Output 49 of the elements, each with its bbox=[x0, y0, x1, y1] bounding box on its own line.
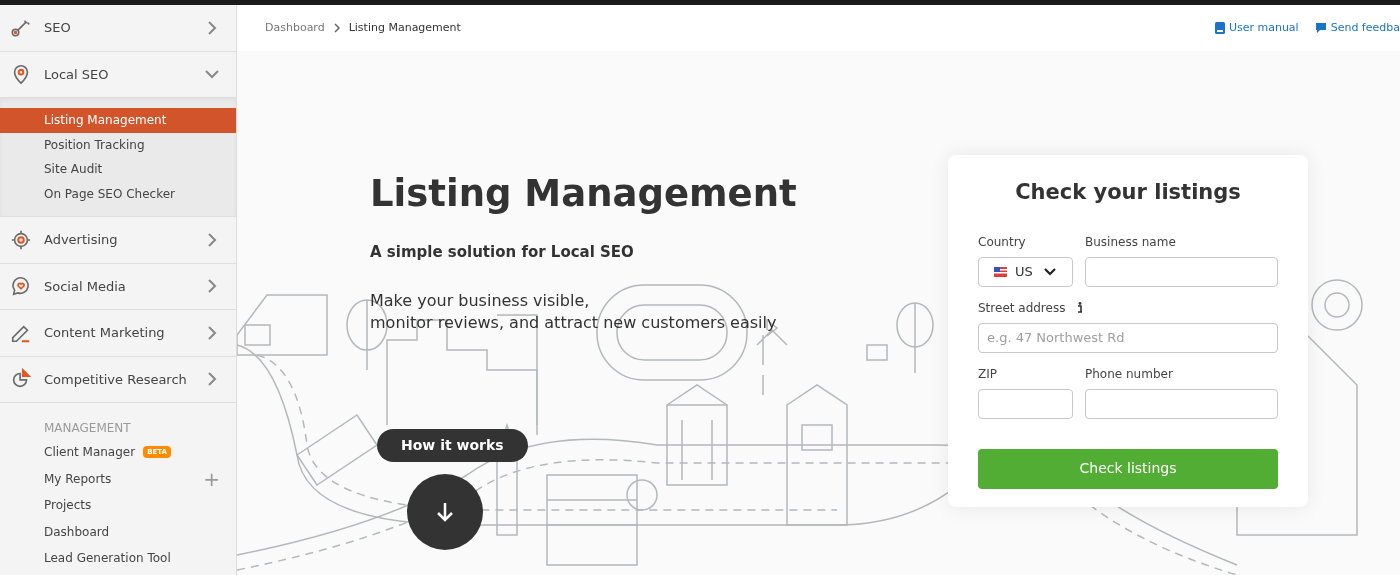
field-label: Phone number bbox=[1085, 365, 1174, 383]
sidebar-item-label: Local SEO bbox=[44, 65, 110, 84]
field-label: ZIP bbox=[978, 365, 998, 383]
how-it-works-tooltip: How it works bbox=[377, 428, 528, 462]
field-label: Street address bbox=[978, 299, 1066, 317]
sidebar-item-label: SEO bbox=[44, 19, 72, 37]
target-icon bbox=[10, 228, 32, 251]
info-icon bbox=[1077, 302, 1084, 313]
breadcrumb-current: Listing Management bbox=[348, 19, 461, 36]
sidebar-item-label: Competitive Research bbox=[44, 370, 188, 389]
header-link[interactable]: Send feedba bbox=[1314, 19, 1400, 37]
sidebar-item[interactable]: Competitive Research bbox=[0, 356, 236, 403]
menu-link[interactable]: Lead Generation Tool bbox=[44, 549, 171, 568]
speech-bubble-icon bbox=[1314, 22, 1327, 34]
description: Make your business visible, monitor reviews, and attract new customers easily bbox=[370, 289, 778, 334]
arrow-down-icon bbox=[436, 501, 454, 522]
country-select[interactable]: US bbox=[978, 256, 1073, 287]
submenu-item[interactable]: Site Audit bbox=[0, 157, 236, 182]
page-title: Listing Management bbox=[370, 171, 798, 217]
submenu-item[interactable]: Listing Management bbox=[0, 108, 236, 133]
field-label: Country bbox=[978, 233, 1027, 251]
book-icon bbox=[1214, 22, 1225, 34]
us-flag-icon bbox=[994, 266, 1007, 277]
chevron-down-icon bbox=[1043, 266, 1057, 277]
field-label: Business name bbox=[1085, 233, 1177, 251]
section-heading: MANAGEMENT bbox=[44, 420, 132, 437]
sidebar-item[interactable]: Advertising bbox=[0, 217, 236, 264]
sidebar-item-label: Social Media bbox=[44, 277, 127, 296]
menu-link[interactable]: Client Manager bbox=[44, 443, 136, 462]
sidebar-item[interactable]: Social Media bbox=[0, 263, 236, 310]
sidebar-item[interactable]: Content Marketing bbox=[0, 310, 236, 357]
sidebar-item-label: Advertising bbox=[44, 231, 119, 249]
business-name-field[interactable] bbox=[1085, 256, 1278, 287]
chat-heart-icon bbox=[10, 275, 32, 298]
menu-link[interactable]: My Reports bbox=[44, 469, 112, 488]
phone-number-field[interactable] bbox=[1085, 388, 1278, 419]
menu-link[interactable]: Dashboard bbox=[44, 522, 110, 541]
subtitle: A simple solution for Local SEO bbox=[370, 242, 635, 263]
chevron-right-icon bbox=[332, 23, 341, 33]
street-address-field[interactable]: e.g. 47 Northwest Rd bbox=[978, 322, 1278, 353]
breadcrumb-link[interactable]: Dashboard bbox=[265, 19, 325, 37]
menu-link[interactable]: Projects bbox=[44, 496, 92, 515]
submenu-item[interactable]: Position Tracking bbox=[0, 132, 236, 157]
header-link[interactable]: User manual bbox=[1214, 19, 1299, 37]
zip-field[interactable] bbox=[978, 388, 1073, 419]
submenu-item[interactable]: On Page SEO Checker bbox=[0, 181, 236, 206]
form-title: Check your listings bbox=[1014, 179, 1242, 206]
sidebar-item[interactable]: SEO bbox=[0, 5, 236, 52]
sidebar-item-label: Content Marketing bbox=[44, 324, 166, 342]
